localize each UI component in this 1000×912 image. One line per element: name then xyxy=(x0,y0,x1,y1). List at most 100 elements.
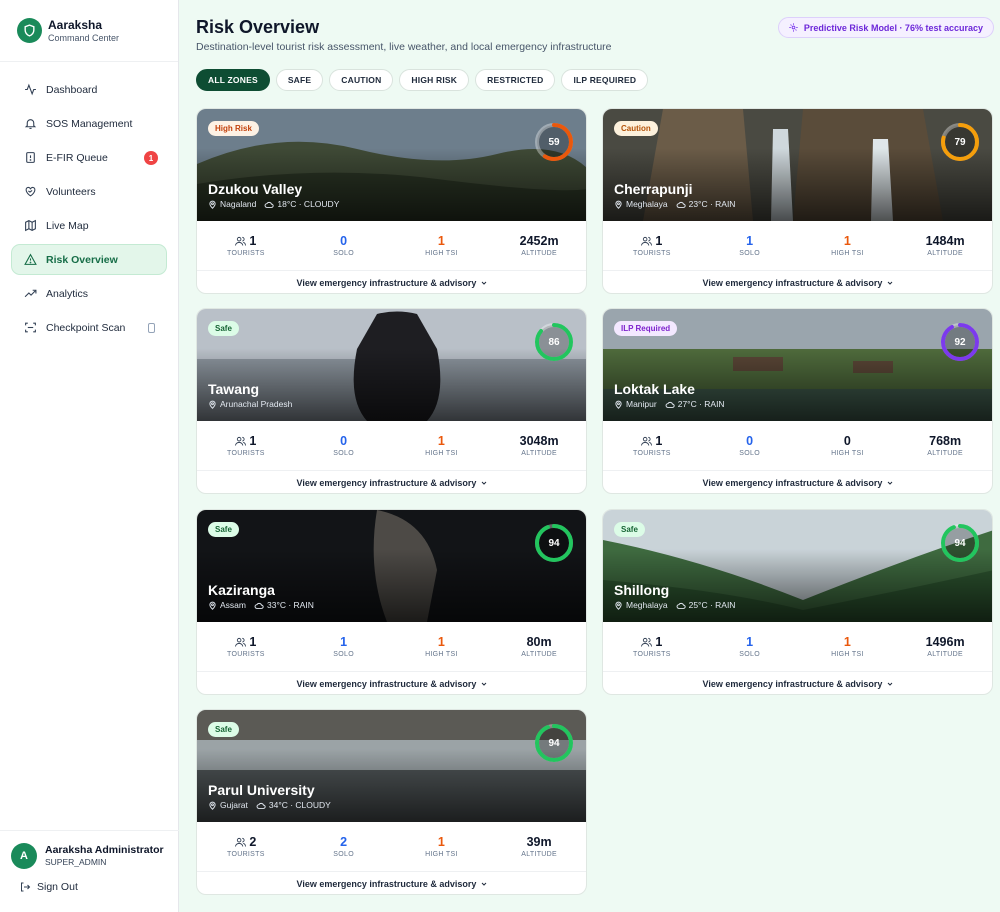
users-icon xyxy=(235,637,247,647)
high-tsi-count: 1 xyxy=(843,234,851,248)
altitude-value: 2452m xyxy=(519,234,559,248)
sidebar-item-label: SOS Management xyxy=(46,117,133,130)
view-advisory-button[interactable]: View emergency infrastructure & advisory xyxy=(197,271,586,293)
weather-text: 23°C · RAIN xyxy=(688,199,736,209)
brand-subtitle: Command Center xyxy=(48,32,120,43)
advisory-label: View emergency infrastructure & advisory xyxy=(296,478,477,488)
view-advisory-button[interactable]: View emergency infrastructure & advisory xyxy=(197,672,586,694)
map-pin-icon xyxy=(208,200,217,209)
stat-tourists: 1 TOURISTS xyxy=(603,622,701,671)
view-advisory-button[interactable]: View emergency infrastructure & advisory xyxy=(603,672,992,694)
sidebar-item-risk-overview[interactable]: Risk Overview xyxy=(11,244,167,275)
destination-state: Gujarat xyxy=(220,800,248,810)
destination-card[interactable]: Safe 86 Tawang Arunachal Pradesh 1 TOURI… xyxy=(196,308,587,494)
stat-altitude: 39m ALTITUDE xyxy=(490,822,586,871)
stat-tourists: 1 TOURISTS xyxy=(197,421,295,470)
sign-out-button[interactable]: Sign Out xyxy=(19,881,78,893)
weather-text: 18°C · CLOUDY xyxy=(277,199,340,209)
altitude-value: 39m xyxy=(526,835,552,849)
altitude-value: 768m xyxy=(929,434,962,448)
destination-photo: Safe 94 Kaziranga Assam 33°C · RAIN xyxy=(197,510,586,622)
stat-label: SOLO xyxy=(333,851,354,858)
destination-stats: 2 TOURISTS 2 SOLO 1 HIGH TSI 39m ALTITUD… xyxy=(197,822,586,872)
stat-altitude: 1484m ALTITUDE xyxy=(896,221,992,270)
bell-icon xyxy=(23,116,38,131)
heart-handshake-icon xyxy=(23,184,38,199)
view-advisory-button[interactable]: View emergency infrastructure & advisory xyxy=(603,271,992,293)
weather: 33°C · RAIN xyxy=(254,600,314,610)
destination-card[interactable]: Safe 94 Shillong Meghalaya 25°C · RAIN 1… xyxy=(602,509,993,695)
weather: 18°C · CLOUDY xyxy=(264,199,339,209)
destination-state: Nagaland xyxy=(220,199,257,209)
page-subtitle: Destination-level tourist risk assessmen… xyxy=(196,41,612,53)
filter-caution[interactable]: CAUTION xyxy=(329,69,394,91)
destination-stats: 1 TOURISTS 1 SOLO 1 HIGH TSI 80m ALTITUD… xyxy=(197,622,586,672)
zone-badge: Caution xyxy=(614,121,658,136)
destination-card[interactable]: High Risk 59 Dzukou Valley Nagaland 18°C… xyxy=(196,108,587,294)
sidebar-item-analytics[interactable]: Analytics xyxy=(11,278,167,309)
zone-badge: Safe xyxy=(208,722,239,737)
sidebar-item-sos-management[interactable]: SOS Management xyxy=(11,108,167,139)
chevron-down-icon xyxy=(480,479,488,487)
view-advisory-button[interactable]: View emergency infrastructure & advisory xyxy=(603,471,992,493)
stat-altitude: 1496m ALTITUDE xyxy=(896,622,992,671)
stat-label: ALTITUDE xyxy=(521,450,557,457)
predictive-model-pill[interactable]: Predictive Risk Model · 76% test accurac… xyxy=(777,17,994,38)
sidebar-item-checkpoint-scan[interactable]: Checkpoint Scan xyxy=(11,312,167,343)
destination-stats: 1 TOURISTS 0 SOLO 1 HIGH TSI 3048m ALTIT… xyxy=(197,421,586,471)
trending-up-icon xyxy=(23,286,38,301)
sidebar-item-live-map[interactable]: Live Map xyxy=(11,210,167,241)
filter-safe[interactable]: SAFE xyxy=(275,69,324,91)
destination-stats: 1 TOURISTS 1 SOLO 1 HIGH TSI 1496m ALTIT… xyxy=(603,622,992,672)
destination-state: Meghalaya xyxy=(626,199,668,209)
chevron-down-icon xyxy=(886,279,894,287)
destination-photo: Safe 94 Shillong Meghalaya 25°C · RAIN xyxy=(603,510,992,622)
tourists-count: 1 xyxy=(249,635,257,649)
alert-triangle-icon xyxy=(23,252,38,267)
destination-photo: Safe 94 Parul University Gujarat 34°C · … xyxy=(197,710,586,822)
stat-altitude: 768m ALTITUDE xyxy=(896,421,992,470)
avatar[interactable]: A xyxy=(11,843,37,869)
filter-ilp-required[interactable]: ILP REQUIRED xyxy=(561,69,649,91)
stat-high-tsi: 1 HIGH TSI xyxy=(393,421,491,470)
destination-meta: Gujarat 34°C · CLOUDY xyxy=(208,800,331,810)
solo-count: 1 xyxy=(746,234,754,248)
stat-label: SOLO xyxy=(333,450,354,457)
destination-stats: 1 TOURISTS 0 SOLO 0 HIGH TSI 768m ALTITU… xyxy=(603,421,992,471)
stat-label: TOURISTS xyxy=(633,250,671,257)
tourists-count: 1 xyxy=(655,234,663,248)
safety-score: 92 xyxy=(954,336,966,348)
stat-high-tsi: 1 HIGH TSI xyxy=(799,622,897,671)
high-tsi-count: 1 xyxy=(843,635,851,649)
advisory-label: View emergency infrastructure & advisory xyxy=(702,679,883,689)
sidebar-item-dashboard[interactable]: Dashboard xyxy=(11,74,167,105)
users-icon xyxy=(235,837,247,847)
filter-all-zones[interactable]: ALL ZONES xyxy=(196,69,270,91)
zone-badge: High Risk xyxy=(208,121,259,136)
cloud-icon xyxy=(676,601,686,610)
users-icon xyxy=(235,236,247,246)
destination-photo: ILP Required 92 Loktak Lake Manipur 27°C… xyxy=(603,309,992,421)
destination-card[interactable]: Safe 94 Kaziranga Assam 33°C · RAIN 1 TO… xyxy=(196,509,587,695)
sidebar-item-label: Checkpoint Scan xyxy=(46,321,126,334)
main-content: Risk Overview Destination-level tourist … xyxy=(179,0,1000,912)
destination-card[interactable]: Safe 94 Parul University Gujarat 34°C · … xyxy=(196,709,587,895)
filter-high-risk[interactable]: HIGH RISK xyxy=(399,69,470,91)
destination-card[interactable]: Caution 79 Cherrapunji Meghalaya 23°C · … xyxy=(602,108,993,294)
page-title: Risk Overview xyxy=(196,17,320,37)
view-advisory-button[interactable]: View emergency infrastructure & advisory xyxy=(197,471,586,493)
stat-label: TOURISTS xyxy=(227,651,265,658)
high-tsi-count: 0 xyxy=(843,434,851,448)
stat-tourists: 1 TOURISTS xyxy=(197,622,295,671)
chevron-down-icon xyxy=(886,680,894,688)
stat-tourists: 2 TOURISTS xyxy=(197,822,295,871)
destination-name: Shillong xyxy=(614,582,670,598)
view-advisory-button[interactable]: View emergency infrastructure & advisory xyxy=(197,872,586,894)
sidebar-item-efir-queue[interactable]: E-FIR Queue 1 xyxy=(11,142,167,173)
brand[interactable]: Aaraksha Command Center xyxy=(0,0,178,62)
destination-card[interactable]: ILP Required 92 Loktak Lake Manipur 27°C… xyxy=(602,308,993,494)
users-icon xyxy=(641,637,653,647)
sidebar-item-volunteers[interactable]: Volunteers xyxy=(11,176,167,207)
destination-photo: Safe 86 Tawang Arunachal Pradesh xyxy=(197,309,586,421)
filter-restricted[interactable]: RESTRICTED xyxy=(475,69,556,91)
